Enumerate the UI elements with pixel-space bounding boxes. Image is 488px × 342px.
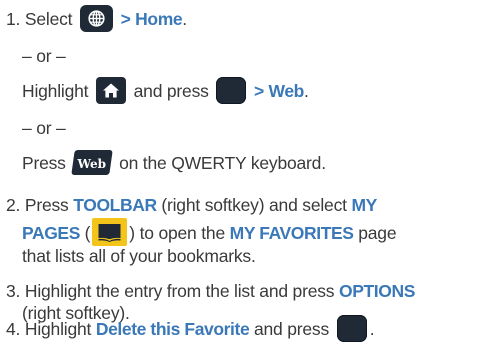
period: .	[303, 81, 309, 101]
period: .	[369, 319, 375, 339]
gt-symbol: >	[120, 9, 131, 29]
globe-icon	[80, 4, 113, 32]
toolbar-label: TOOLBAR	[73, 195, 157, 215]
step-1-line-1: 1. Select > Home.	[6, 4, 187, 32]
step-text: to open the	[139, 223, 226, 243]
ok-key-icon	[336, 314, 367, 342]
paren-open: (	[84, 223, 91, 243]
instruction-page: 1. Select > Home. – or – Highlight and p…	[0, 0, 488, 342]
step-number: 4.	[6, 319, 21, 339]
step-2-line-3: that lists all of your bookmarks.	[22, 246, 256, 266]
options-label: OPTIONS	[339, 281, 415, 301]
step-3-line-1: 3. Highlight the entry from the list and…	[6, 280, 415, 302]
gt-symbol: >	[254, 81, 264, 101]
step-text: Press	[24, 195, 69, 215]
web-key-icon: Web	[71, 149, 114, 175]
step-text: (right softkey) and select	[161, 195, 347, 215]
step-2-line-1: 2. Press TOOLBAR (right softkey) and sel…	[6, 194, 377, 216]
step-1-line-3: Highlight and press > Web.	[22, 76, 309, 104]
step-text: page	[358, 223, 397, 243]
web-label: Web	[268, 81, 305, 101]
step-4-line-1: 4. Highlight Delete this Favorite and pr…	[6, 314, 375, 342]
my-favorites-label: MY FAVORITES	[229, 223, 354, 243]
period: .	[182, 9, 187, 29]
step-number: 3.	[6, 281, 21, 301]
pages-label: PAGES	[22, 223, 80, 243]
step-text: Highlight the entry from the list and pr…	[24, 281, 335, 301]
step-text: and press	[253, 319, 330, 339]
home-icon	[95, 76, 126, 104]
book-icon	[92, 217, 128, 246]
step-text: on the QWERTY keyboard.	[119, 153, 326, 173]
my-label: MY	[351, 195, 377, 215]
step-number: 1.	[6, 9, 21, 29]
step-2-line-2: PAGES ( ) to open the MY FAVORITES page	[22, 217, 397, 246]
home-label: Home	[135, 9, 183, 29]
delete-favorite-label: Delete this Favorite	[95, 319, 250, 339]
or-separator-2: – or –	[22, 118, 66, 138]
step-text: and press	[133, 81, 209, 101]
paren-close: )	[129, 223, 135, 243]
web-key-label: Web	[77, 156, 107, 171]
step-text: Press	[22, 153, 66, 173]
step-1-line-5: Press Web on the QWERTY keyboard.	[22, 149, 326, 175]
step-text: Highlight	[22, 81, 89, 101]
step-text: Highlight	[24, 319, 92, 339]
ok-key-icon	[216, 76, 247, 104]
step-number: 2.	[6, 195, 21, 215]
or-separator-1: – or –	[22, 46, 66, 66]
step-text: Select	[24, 9, 73, 29]
